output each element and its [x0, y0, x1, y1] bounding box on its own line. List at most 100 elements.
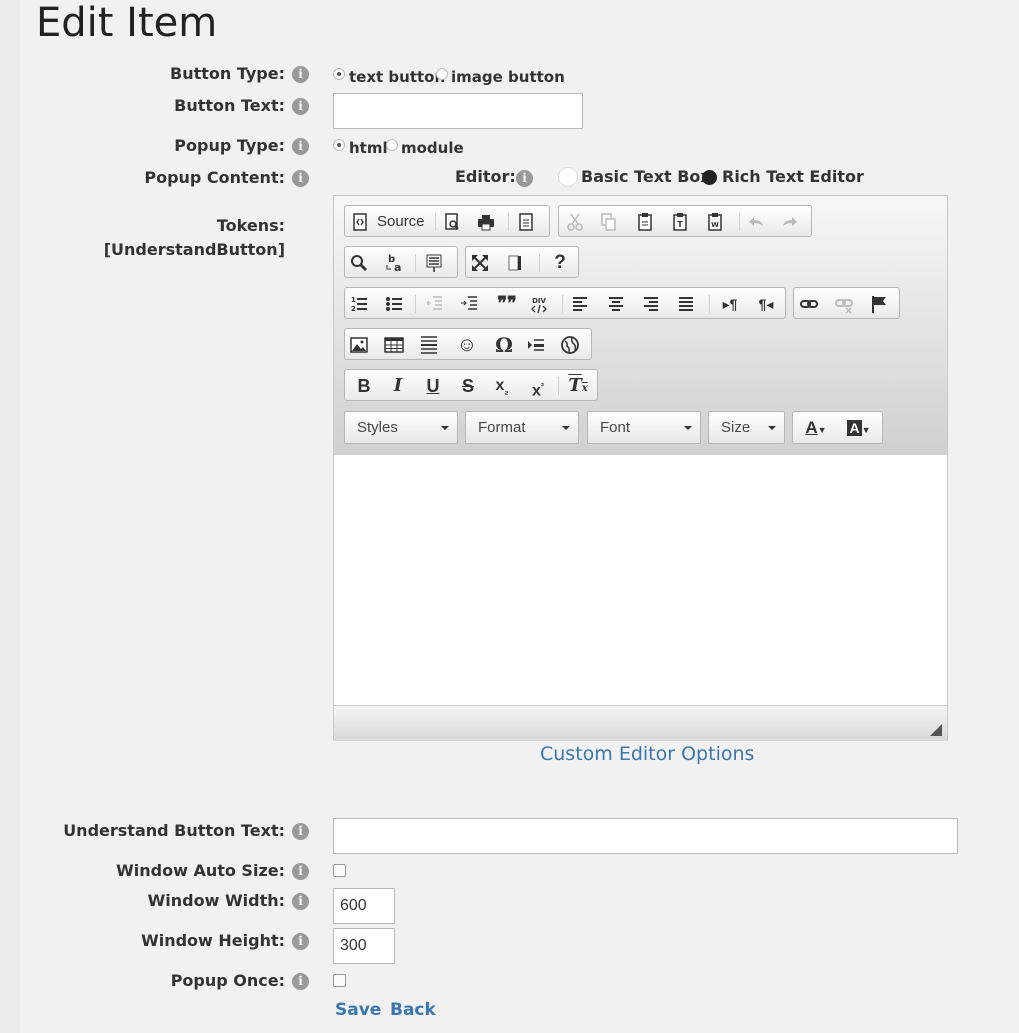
table-icon[interactable]	[383, 334, 411, 356]
tokens-value: [UnderstandButton]	[103, 240, 285, 259]
editor-basic-radio[interactable]	[558, 167, 578, 187]
button-type-image-radio[interactable]	[436, 68, 448, 80]
window-width-info-icon[interactable]: i	[292, 893, 309, 910]
format-dropdown[interactable]: Format	[465, 411, 579, 444]
italic-icon[interactable]: I	[384, 375, 412, 397]
editor-basic-label: Basic Text Box	[581, 167, 711, 186]
blockquote-icon[interactable]: ❞❞	[493, 293, 521, 315]
back-button[interactable]: Back	[390, 1000, 436, 1020]
page-break-icon[interactable]	[525, 334, 553, 356]
button-text-input[interactable]	[333, 93, 583, 129]
print-icon[interactable]	[475, 211, 503, 233]
align-right-icon[interactable]	[640, 293, 668, 315]
popup-once-checkbox[interactable]	[333, 974, 346, 987]
copy-icon[interactable]	[597, 211, 625, 233]
popup-type-html-label: html	[349, 139, 388, 157]
paste-icon[interactable]	[634, 211, 662, 233]
find-icon[interactable]	[348, 252, 376, 274]
image-icon[interactable]	[348, 334, 376, 356]
align-left-icon[interactable]	[569, 293, 597, 315]
subscript-icon[interactable]: x₂	[488, 375, 516, 397]
special-character-icon[interactable]: Ω	[490, 334, 518, 356]
size-dropdown-label: Size	[721, 419, 751, 436]
font-dropdown[interactable]: Font	[587, 411, 701, 444]
toolbar-separator	[508, 213, 509, 231]
toolbar-group-insert: ☺ Ω	[344, 328, 592, 360]
redo-icon[interactable]	[779, 211, 807, 233]
window-auto-size-checkbox[interactable]	[333, 864, 346, 877]
custom-editor-options-link[interactable]: Custom Editor Options	[540, 743, 754, 765]
maximize-icon[interactable]	[469, 252, 497, 274]
justify-icon[interactable]	[675, 293, 703, 315]
editor-toolbar: Source T W b a ? 1 2 ❞❞ DIV ▸¶ ¶◂ ☺ Ω B …	[334, 196, 947, 456]
bulleted-list-icon[interactable]	[383, 293, 411, 315]
button-type-text-radio[interactable]	[333, 68, 345, 80]
resize-handle-icon[interactable]	[930, 724, 942, 736]
styles-dropdown[interactable]: Styles	[344, 411, 458, 444]
underline-icon[interactable]: U	[419, 375, 447, 397]
editor-content-area[interactable]	[334, 455, 947, 705]
editor-footer	[334, 705, 947, 741]
popup-type-html-radio[interactable]	[333, 139, 345, 151]
bold-icon[interactable]: B	[350, 375, 378, 397]
text-direction-ltr-icon[interactable]: ▸¶	[716, 293, 744, 315]
toolbar-separator	[562, 295, 563, 313]
window-height-input[interactable]	[333, 928, 395, 964]
button-type-image-label: image button	[451, 68, 565, 86]
text-direction-rtl-icon[interactable]: ¶◂	[752, 293, 780, 315]
button-text-info-icon[interactable]: i	[292, 98, 309, 115]
show-blocks-icon[interactable]	[504, 252, 532, 274]
chevron-down-icon	[684, 426, 692, 430]
editor-choice-info-icon[interactable]: i	[516, 170, 533, 187]
source-button[interactable]: Source	[377, 211, 425, 233]
popup-type-module-radio[interactable]	[386, 139, 398, 151]
link-icon[interactable]	[798, 293, 826, 315]
save-button[interactable]: Save	[335, 1000, 381, 1020]
templates-icon[interactable]	[515, 211, 543, 233]
popup-once-info-icon[interactable]: i	[292, 973, 309, 990]
smiley-icon[interactable]: ☺	[453, 334, 481, 356]
numbered-list-icon[interactable]: 12	[348, 293, 376, 315]
undo-icon[interactable]	[745, 211, 773, 233]
superscript-icon[interactable]: x²	[524, 375, 552, 399]
iframe-globe-icon[interactable]	[559, 334, 587, 356]
align-center-icon[interactable]	[605, 293, 633, 315]
help-icon[interactable]: ?	[546, 252, 574, 274]
horizontal-line-icon[interactable]	[418, 334, 446, 356]
popup-content-info-icon[interactable]: i	[292, 170, 309, 187]
preview-icon[interactable]	[441, 211, 469, 233]
div-container-icon[interactable]: DIV	[528, 293, 556, 315]
toolbar-separator	[558, 377, 559, 395]
unlink-icon[interactable]	[833, 293, 861, 315]
button-type-text-label: text button	[349, 68, 446, 86]
paste-text-icon[interactable]: T	[669, 211, 697, 233]
understand-button-text-input[interactable]	[333, 818, 958, 854]
button-text-label: Button Text:	[174, 96, 285, 115]
popup-type-info-icon[interactable]: i	[292, 138, 309, 155]
size-dropdown[interactable]: Size	[708, 411, 785, 444]
window-height-info-icon[interactable]: i	[292, 933, 309, 950]
text-color-button[interactable]: A▼	[799, 417, 833, 439]
anchor-flag-icon[interactable]	[868, 293, 896, 315]
background-color-button[interactable]: A ▼	[841, 417, 877, 439]
window-width-input[interactable]	[333, 888, 395, 924]
editor-choice-label: Editor:	[455, 167, 516, 186]
remove-format-icon[interactable]: Tx	[564, 375, 592, 397]
paste-word-icon[interactable]: W	[704, 211, 732, 233]
select-all-icon[interactable]	[423, 252, 451, 274]
editor-rich-radio[interactable]	[702, 170, 717, 185]
indent-icon[interactable]	[458, 293, 486, 315]
editor-rich-label: Rich Text Editor	[722, 167, 864, 186]
toolbar-separator	[539, 254, 540, 272]
toolbar-group-links	[793, 287, 900, 319]
toolbar-separator	[415, 295, 416, 313]
window-auto-size-info-icon[interactable]: i	[292, 863, 309, 880]
replace-icon[interactable]: ba	[383, 252, 411, 274]
toolbar-group-editing: ba	[344, 246, 458, 278]
toolbar-separator	[739, 213, 740, 231]
button-type-info-icon[interactable]: i	[292, 66, 309, 83]
cut-icon[interactable]	[564, 211, 592, 233]
strikethrough-icon[interactable]: S	[454, 375, 482, 397]
understand-button-text-info-icon[interactable]: i	[292, 823, 309, 840]
outdent-icon[interactable]	[423, 293, 451, 315]
